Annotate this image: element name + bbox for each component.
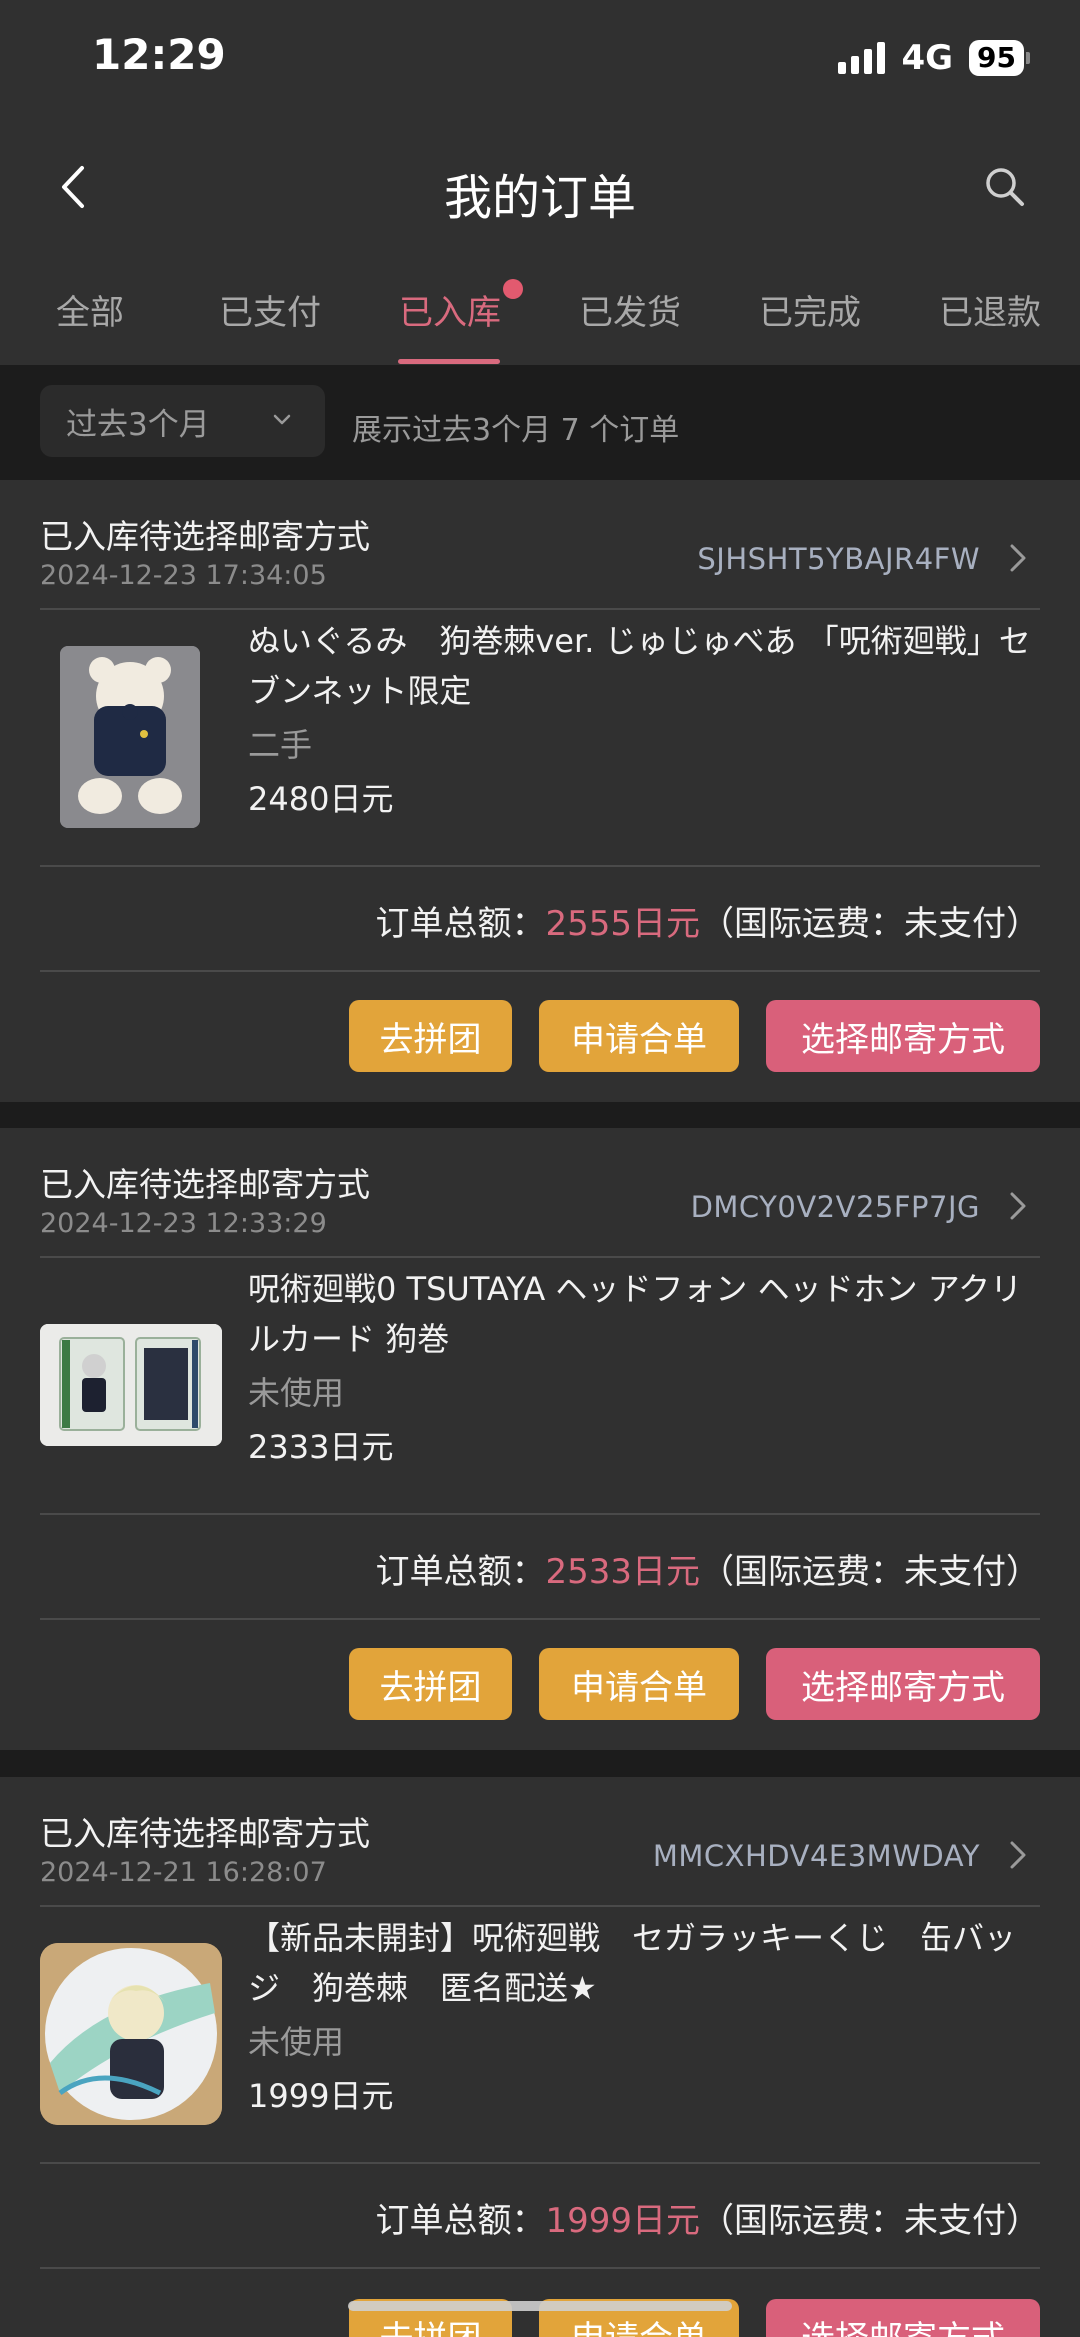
active-tab-indicator <box>398 359 500 364</box>
product-title: 呪術廻戦0 TSUTAYA ヘッドフォン ヘッドホン アクリルカード 狗巻 <box>248 1270 1023 1358</box>
nav-bar: 我的订单 <box>0 120 1080 255</box>
divider <box>40 970 1040 972</box>
product-item[interactable]: 【新品未開封】呪術廻戦 セガラッキーくじ 缶バッジ 狗巻棘 匿名配送★ 未使用 … <box>0 1907 1080 2143</box>
period-label: 过去3个月 <box>66 406 210 443</box>
product-item[interactable]: 呪術廻戦0 TSUTAYA ヘッドフォン ヘッドホン アクリルカード 狗巻 未使… <box>0 1258 1080 1494</box>
divider <box>40 865 1040 867</box>
total-amount: 2533日元 <box>545 1552 700 1592</box>
total-amount: 1999日元 <box>545 2201 700 2241</box>
order-time: 2024-12-23 12:33:29 <box>40 1208 327 1239</box>
tab-refunded[interactable]: 已退款 <box>910 285 1070 334</box>
chevron-right-icon <box>1010 544 1026 572</box>
divider <box>40 2162 1040 2164</box>
order-card[interactable]: 已入库待选择邮寄方式 2024-12-23 12:33:29 DMCY0V2V2… <box>0 1128 1080 1750</box>
merge-order-button[interactable]: 申请合单 <box>539 1648 739 1720</box>
shipping-note: （国际运费：未支付） <box>700 904 1040 944</box>
battery-level: 95 <box>969 40 1024 76</box>
product-price: 1999日元 <box>248 2077 394 2115</box>
order-id: DMCY0V2V25FP7JG <box>690 1190 980 1224</box>
order-status: 已入库待选择邮寄方式 <box>40 1814 370 1853</box>
home-indicator[interactable] <box>348 2301 732 2311</box>
total-label: 订单总额： <box>375 2201 546 2241</box>
network-type: 4G <box>901 38 954 78</box>
signal-icon <box>838 42 886 74</box>
order-time: 2024-12-21 16:28:07 <box>40 1857 327 1888</box>
total-label: 订单总额： <box>375 1552 546 1592</box>
filter-bar: 过去3个月 展示过去3个月 7 个订单 <box>0 365 1080 480</box>
chevron-down-icon <box>273 414 291 425</box>
chevron-right-icon <box>1010 1192 1026 1220</box>
order-total: 订单总额：2533日元（国际运费：未支付） <box>375 1544 1040 1593</box>
shipping-note: （国际运费：未支付） <box>700 2201 1040 2241</box>
order-total: 订单总额：2555日元（国际运费：未支付） <box>375 896 1040 945</box>
notification-dot <box>503 279 523 299</box>
divider <box>40 1513 1040 1515</box>
total-amount: 2555日元 <box>545 904 700 944</box>
product-condition: 二手 <box>248 726 313 764</box>
search-icon <box>986 168 1024 206</box>
order-status: 已入库待选择邮寄方式 <box>40 517 370 556</box>
choose-shipping-button[interactable]: 选择邮寄方式 <box>766 1000 1040 1072</box>
product-condition: 未使用 <box>248 2023 345 2061</box>
status-time: 12:29 <box>92 30 226 79</box>
order-id: SJHSHT5YBAJR4FW <box>697 542 980 576</box>
status-bar: 12:29 4G 95 <box>0 0 1080 120</box>
tab-shipped[interactable]: 已发货 <box>550 285 710 334</box>
order-card[interactable]: 已入库待选择邮寄方式 2024-12-21 16:28:07 MMCXHDV4E… <box>0 1777 1080 2337</box>
tab-completed[interactable]: 已完成 <box>730 285 890 334</box>
filter-summary: 展示过去3个月 7 个订单 <box>352 413 680 448</box>
product-thumbnail <box>40 1324 222 1446</box>
order-tabs: 全部 已支付 已入库 已发货 已完成 已退款 <box>0 255 1080 365</box>
product-title: ぬいぐるみ 狗巻棘ver. じゅじゅべあ 「呪術廻戦」セブンネット限定 <box>248 622 1031 710</box>
product-price: 2480日元 <box>248 780 394 818</box>
battery-icon: 95 <box>969 40 1030 76</box>
screen: 12:29 4G 95 我的订单 全部 已支付 已入库 已发货 已完成 已退款 … <box>0 0 1080 2337</box>
order-header[interactable]: 已入库待选择邮寄方式 2024-12-23 17:34:05 SJHSHT5YB… <box>0 480 1080 610</box>
product-price: 2333日元 <box>248 1428 394 1466</box>
choose-shipping-button[interactable]: 选择邮寄方式 <box>766 1648 1040 1720</box>
page-title: 我的订单 <box>443 170 636 226</box>
product-title: 【新品未開封】呪術廻戦 セガラッキーくじ 缶バッジ 狗巻棘 匿名配送★ <box>248 1919 1017 2007</box>
order-card[interactable]: 已入库待选择邮寄方式 2024-12-23 17:34:05 SJHSHT5YB… <box>0 480 1080 1102</box>
order-header[interactable]: 已入库待选择邮寄方式 2024-12-23 12:33:29 DMCY0V2V2… <box>0 1128 1080 1258</box>
total-label: 订单总额： <box>375 904 546 944</box>
order-status: 已入库待选择邮寄方式 <box>40 1165 370 1204</box>
product-item[interactable]: ぬいぐるみ 狗巻棘ver. じゅじゅべあ 「呪術廻戦」セブンネット限定 二手 2… <box>0 610 1080 846</box>
product-thumbnail <box>60 646 200 828</box>
order-id: MMCXHDV4E3MWDAY <box>652 1839 980 1873</box>
shipping-note: （国际运费：未支付） <box>700 1552 1040 1592</box>
group-buy-button[interactable]: 去拼团 <box>349 1000 512 1072</box>
order-total: 订单总额：1999日元（国际运费：未支付） <box>375 2193 1040 2242</box>
divider <box>40 2267 1040 2269</box>
order-header[interactable]: 已入库待选择邮寄方式 2024-12-21 16:28:07 MMCXHDV4E… <box>0 1777 1080 1907</box>
divider <box>40 1618 1040 1620</box>
group-buy-button[interactable]: 去拼团 <box>349 1648 512 1720</box>
order-time: 2024-12-23 17:34:05 <box>40 560 327 591</box>
chevron-right-icon <box>1010 1841 1026 1869</box>
search-button[interactable] <box>980 162 1030 212</box>
choose-shipping-button[interactable]: 选择邮寄方式 <box>766 2299 1040 2337</box>
period-dropdown[interactable]: 过去3个月 <box>40 385 325 457</box>
merge-order-button[interactable]: 申请合单 <box>539 1000 739 1072</box>
status-indicators: 4G 95 <box>838 38 1030 78</box>
tab-paid[interactable]: 已支付 <box>190 285 350 334</box>
tab-all[interactable]: 全部 <box>10 285 170 334</box>
product-condition: 未使用 <box>248 1374 345 1412</box>
product-thumbnail <box>40 1943 222 2125</box>
